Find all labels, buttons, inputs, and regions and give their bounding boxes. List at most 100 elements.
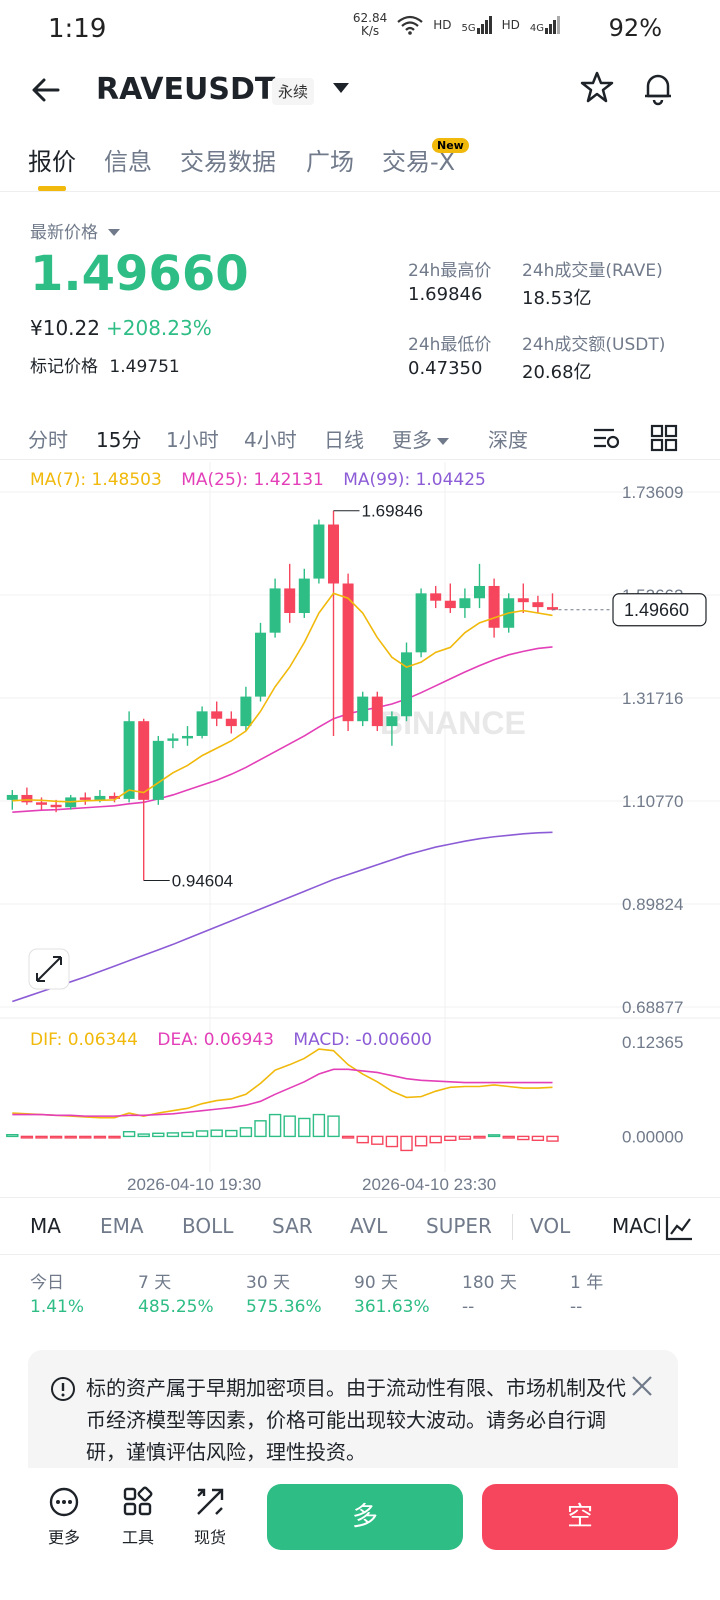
macd-bar bbox=[502, 1135, 515, 1139]
price-axis: 1.736091.526621.317161.107700.898240.688… bbox=[622, 483, 683, 1146]
stat-turnover: 20.68亿 bbox=[522, 362, 592, 383]
indicator-ema[interactable]: EMA bbox=[100, 1214, 144, 1238]
macd-axis-label: 0.12365 bbox=[622, 1033, 683, 1052]
candle-body bbox=[444, 600, 456, 609]
tab-quote[interactable]: 报价 bbox=[28, 142, 76, 177]
candlestick-chart[interactable]: BINANCE 1.736091.526621.317161.107700.89… bbox=[0, 462, 720, 1197]
indicator-boll[interactable]: BOLL bbox=[182, 1214, 233, 1238]
alert-bell-icon[interactable] bbox=[640, 70, 676, 106]
dea-value: DEA: 0.06943 bbox=[157, 1030, 274, 1050]
macd-bar bbox=[385, 1135, 399, 1148]
signal-5g-icon: 5G bbox=[461, 16, 492, 34]
macd-bar bbox=[531, 1135, 545, 1142]
macd-bar bbox=[458, 1135, 472, 1140]
candle-body bbox=[386, 716, 398, 727]
candle-body bbox=[298, 578, 310, 614]
candle-body bbox=[313, 524, 325, 579]
candle-body bbox=[532, 602, 544, 608]
macd-bar bbox=[298, 1117, 311, 1138]
interval-depth[interactable]: 深度 bbox=[488, 424, 528, 453]
macd-bar bbox=[429, 1135, 442, 1144]
grid-layout-icon[interactable] bbox=[650, 424, 678, 452]
symbol-name[interactable]: RAVEUSDT bbox=[96, 72, 275, 107]
expand-button[interactable] bbox=[28, 948, 70, 990]
candle-body bbox=[21, 794, 33, 803]
interval-selector: 分时 15分 1小时 4小时 日线 更多 深度 bbox=[0, 420, 720, 460]
macd-bar bbox=[79, 1135, 92, 1139]
interval-1d[interactable]: 日线 bbox=[324, 424, 364, 453]
stat-low-label: 24h最低价 bbox=[408, 335, 492, 355]
hd-indicator-2: HD bbox=[501, 18, 520, 32]
perf-180d: 180 天 -- bbox=[462, 1273, 517, 1317]
candle-body bbox=[269, 588, 281, 633]
tab-square[interactable]: 广场 bbox=[306, 142, 354, 177]
interval-1h[interactable]: 1小时 bbox=[166, 424, 219, 453]
macd-bar bbox=[312, 1113, 326, 1138]
interval-more[interactable]: 更多 bbox=[392, 424, 450, 453]
macd-bar bbox=[64, 1135, 77, 1139]
macd-bar bbox=[93, 1135, 107, 1139]
macd-bar bbox=[20, 1135, 34, 1139]
ma25-value: MA(25): 1.42131 bbox=[181, 470, 324, 490]
candle-body bbox=[6, 794, 18, 800]
candle-body bbox=[459, 598, 471, 609]
indicator-settings-icon[interactable] bbox=[664, 1212, 694, 1242]
battery-level: 92% bbox=[608, 14, 662, 42]
tab-info[interactable]: 信息 bbox=[104, 142, 152, 177]
candle-body bbox=[488, 585, 500, 628]
macd-panel bbox=[6, 1048, 559, 1152]
favorite-star-icon[interactable] bbox=[580, 70, 614, 104]
close-icon[interactable] bbox=[630, 1374, 654, 1398]
macd-bar bbox=[239, 1127, 253, 1138]
ma-legend: MA(7): 1.48503 MA(25): 1.42131 MA(99): 1… bbox=[30, 470, 486, 490]
macd-bar bbox=[327, 1115, 340, 1138]
network-speed: 62.84 K/s bbox=[352, 11, 388, 38]
macd-bar bbox=[225, 1129, 238, 1138]
low-marker: 0.94604 bbox=[143, 872, 233, 891]
more-dots-icon bbox=[49, 1487, 79, 1517]
indicator-vol[interactable]: VOL bbox=[530, 1214, 570, 1238]
chart-settings-icon[interactable] bbox=[592, 424, 622, 452]
macd-value: MACD: -0.00600 bbox=[293, 1030, 432, 1050]
stat-vol-label: 24h成交量(RAVE) bbox=[522, 261, 663, 281]
indicator-avl[interactable]: AVL bbox=[350, 1214, 387, 1238]
candle-body bbox=[211, 711, 223, 719]
interval-4h[interactable]: 4小时 bbox=[244, 424, 297, 453]
indicator-super[interactable]: SUPER bbox=[426, 1214, 492, 1238]
indicator-ma[interactable]: MA bbox=[30, 1214, 61, 1238]
tab-trading-data[interactable]: 交易数据 bbox=[180, 142, 276, 177]
risk-notice: 标的资产属于早期加密项目。由于流动性有限、市场机制及代币经济模型等因素，价格可能… bbox=[28, 1350, 678, 1480]
indicator-sar[interactable]: SAR bbox=[272, 1214, 313, 1238]
candle-body bbox=[240, 696, 252, 727]
symbol-dropdown-icon[interactable] bbox=[332, 82, 350, 94]
short-button[interactable]: 空 bbox=[482, 1484, 678, 1550]
risk-notice-text: 标的资产属于早期加密项目。由于流动性有限、市场机制及代币经济模型等因素，价格可能… bbox=[86, 1376, 626, 1464]
candle-body bbox=[167, 738, 179, 741]
bottom-action-bar: 更多 工具 现货 多 空 bbox=[0, 1468, 720, 1600]
candle-body bbox=[152, 740, 164, 800]
last-price-tag-label: 1.49660 bbox=[624, 600, 689, 620]
price-axis-label: 1.73609 bbox=[622, 483, 683, 502]
spot-arrows-icon bbox=[197, 1488, 224, 1515]
bottom-more-button[interactable]: 更多 bbox=[34, 1486, 94, 1548]
last-price-label[interactable]: 最新价格 bbox=[30, 218, 121, 243]
macd-bar bbox=[254, 1120, 267, 1138]
indicator-macd[interactable]: MACD bbox=[612, 1214, 660, 1238]
candle-body bbox=[196, 711, 208, 736]
interval-15m[interactable]: 15分 bbox=[96, 424, 141, 453]
dif-value: DIF: 0.06344 bbox=[30, 1030, 138, 1050]
macd-axis-label: 0.00000 bbox=[622, 1127, 683, 1146]
price-axis-label: 0.89824 bbox=[622, 895, 683, 914]
high-marker-label: 1.69846 bbox=[362, 502, 423, 521]
ma99-line bbox=[12, 831, 553, 1003]
price-axis-label: 1.10770 bbox=[622, 792, 683, 811]
macd-bar bbox=[283, 1115, 296, 1138]
macd-bar bbox=[210, 1129, 223, 1138]
info-circle-icon bbox=[51, 1377, 75, 1401]
bottom-tools-button[interactable]: 工具 bbox=[108, 1486, 168, 1548]
long-button[interactable]: 多 bbox=[267, 1484, 463, 1550]
candle-body bbox=[371, 696, 383, 727]
bottom-spot-button[interactable]: 现货 bbox=[180, 1486, 240, 1548]
interval-time[interactable]: 分时 bbox=[28, 424, 68, 453]
back-arrow-icon[interactable] bbox=[30, 74, 62, 106]
